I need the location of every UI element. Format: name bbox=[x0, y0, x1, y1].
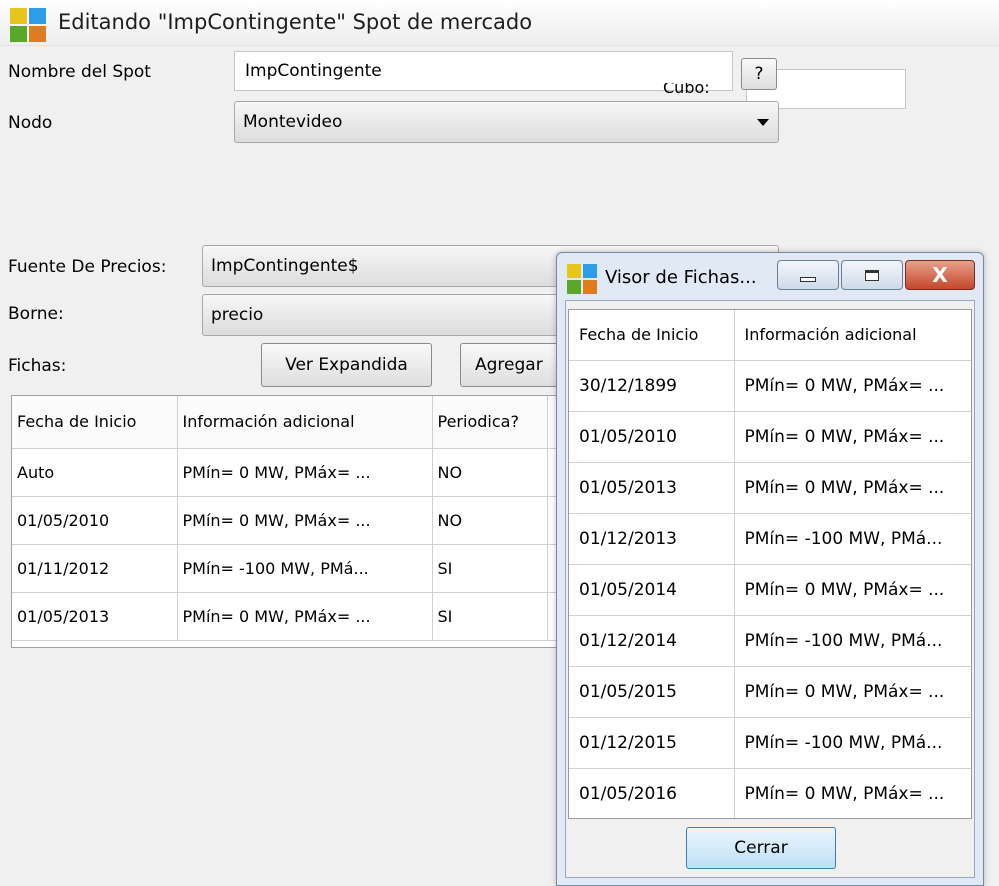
table-row[interactable]: 01/05/2015 PMín= 0 MW, PMáx= ... bbox=[569, 666, 971, 718]
column-header[interactable]: Información adicional bbox=[734, 310, 971, 361]
table-cell: PMín= 0 MW, PMáx= ... bbox=[734, 462, 971, 514]
app-logo-icon bbox=[567, 264, 597, 294]
column-header[interactable]: Información adicional bbox=[177, 396, 433, 449]
borne-label: Borne: bbox=[8, 304, 64, 324]
fuente-value: ImpContingente$ bbox=[211, 256, 359, 276]
minimize-icon bbox=[800, 276, 816, 282]
table-cell: PMín= 0 MW, PMáx= ... bbox=[734, 411, 971, 463]
table-cell: PMín= -100 MW, PMá... bbox=[734, 615, 971, 667]
window-title: Editando "ImpContingente" Spot de mercad… bbox=[58, 10, 533, 34]
column-header[interactable]: Periodica? bbox=[432, 396, 548, 449]
table-cell: PMín= 0 MW, PMáx= ... bbox=[734, 666, 971, 718]
nodo-select[interactable]: Montevideo bbox=[234, 101, 779, 143]
ver-expandida-button[interactable]: Ver Expandida bbox=[261, 343, 432, 387]
visor-table[interactable]: Fecha de Inicio Información adicional 30… bbox=[568, 309, 972, 819]
table-cell: NO bbox=[432, 496, 548, 545]
table-cell: 01/05/2010 bbox=[12, 496, 178, 545]
table-row[interactable]: Auto PMín= 0 MW, PMáx= ... NO bbox=[12, 448, 570, 497]
table-cell: PMín= 0 MW, PMáx= ... bbox=[734, 768, 971, 818]
visor-fichas-dialog: Visor de Fichas... X Fecha de Inicio Inf… bbox=[556, 252, 984, 886]
table-cell: PMín= 0 MW, PMáx= ... bbox=[734, 360, 971, 412]
table-cell: SI bbox=[432, 544, 548, 593]
nombre-label: Nombre del Spot bbox=[8, 62, 151, 82]
table-row[interactable]: 01/05/2013 PMín= 0 MW, PMáx= ... SI bbox=[12, 592, 570, 641]
help-button[interactable]: ? bbox=[741, 58, 777, 90]
table-cell: NO bbox=[432, 448, 548, 497]
table-row[interactable]: 01/11/2012 PMín= -100 MW, PMá... SI bbox=[12, 544, 570, 593]
dialog-title: Visor de Fichas... bbox=[605, 267, 757, 288]
maximize-button[interactable] bbox=[841, 260, 903, 290]
table-cell: 01/12/2014 bbox=[569, 615, 735, 667]
dialog-title-bar[interactable]: Visor de Fichas... X bbox=[557, 253, 983, 301]
table-row[interactable]: 01/05/2010 PMín= 0 MW, PMáx= ... NO bbox=[12, 496, 570, 545]
table-cell: Auto bbox=[12, 448, 178, 497]
table-cell: PMín= -100 MW, PMá... bbox=[734, 513, 971, 565]
title-bar: Editando "ImpContingente" Spot de mercad… bbox=[0, 0, 999, 46]
table-row[interactable]: 01/05/2014 PMín= 0 MW, PMáx= ... bbox=[569, 564, 971, 616]
nodo-value: Montevideo bbox=[243, 112, 343, 132]
table-header-row: Fecha de Inicio Información adicional bbox=[569, 310, 971, 361]
table-cell: 30/12/1899 bbox=[569, 360, 735, 412]
maximize-icon bbox=[865, 269, 879, 281]
fuente-label: Fuente De Precios: bbox=[8, 257, 167, 277]
column-header[interactable]: Fecha de Inicio bbox=[12, 396, 178, 449]
table-cell: PMín= 0 MW, PMáx= ... bbox=[734, 564, 971, 616]
table-cell: 01/05/2010 bbox=[569, 411, 735, 463]
table-row[interactable]: 30/12/1899 PMín= 0 MW, PMáx= ... bbox=[569, 360, 971, 412]
close-icon: X bbox=[932, 263, 948, 287]
table-cell: SI bbox=[432, 592, 548, 641]
fichas-table[interactable]: Fecha de Inicio Información adicional Pe… bbox=[11, 395, 571, 648]
table-cell: 01/05/2015 bbox=[569, 666, 735, 718]
column-header[interactable]: Fecha de Inicio bbox=[569, 310, 735, 361]
table-cell: 01/12/2013 bbox=[569, 513, 735, 565]
table-row[interactable]: 01/05/2013 PMín= 0 MW, PMáx= ... bbox=[569, 462, 971, 514]
close-button[interactable]: X bbox=[905, 260, 975, 290]
table-row[interactable]: 01/05/2016 PMín= 0 MW, PMáx= ... bbox=[569, 768, 971, 818]
table-cell: 01/12/2015 bbox=[569, 717, 735, 769]
table-cell: PMín= 0 MW, PMáx= ... bbox=[177, 592, 433, 641]
table-cell: PMín= -100 MW, PMá... bbox=[734, 717, 971, 769]
nombre-input[interactable]: ImpContingente bbox=[234, 51, 733, 91]
table-header-row: Fecha de Inicio Información adicional Pe… bbox=[12, 396, 570, 449]
table-row[interactable]: 01/12/2014 PMín= -100 MW, PMá... bbox=[569, 615, 971, 667]
table-cell: 01/05/2014 bbox=[569, 564, 735, 616]
cubo-label: Cubo: bbox=[663, 83, 710, 97]
nodo-label: Nodo bbox=[8, 113, 53, 133]
borne-value: precio bbox=[211, 305, 264, 325]
table-row[interactable]: 01/12/2015 PMín= -100 MW, PMá... bbox=[569, 717, 971, 769]
dialog-body: Fecha de Inicio Información adicional 30… bbox=[565, 300, 975, 878]
table-cell: PMín= 0 MW, PMáx= ... bbox=[177, 496, 433, 545]
table-cell: 01/05/2016 bbox=[569, 768, 735, 818]
minimize-button[interactable] bbox=[777, 260, 839, 290]
table-cell: 01/05/2013 bbox=[569, 462, 735, 514]
table-cell: 01/05/2013 bbox=[12, 592, 178, 641]
table-row[interactable]: 01/05/2010 PMín= 0 MW, PMáx= ... bbox=[569, 411, 971, 463]
table-cell: PMín= -100 MW, PMá... bbox=[177, 544, 433, 593]
table-row[interactable]: 01/12/2013 PMín= -100 MW, PMá... bbox=[569, 513, 971, 565]
chevron-down-icon bbox=[757, 119, 769, 126]
table-cell: PMín= 0 MW, PMáx= ... bbox=[177, 448, 433, 497]
table-cell: 01/11/2012 bbox=[12, 544, 178, 593]
fichas-label: Fichas: bbox=[8, 356, 67, 376]
cerrar-button[interactable]: Cerrar bbox=[686, 827, 836, 869]
app-logo-icon bbox=[10, 8, 46, 42]
